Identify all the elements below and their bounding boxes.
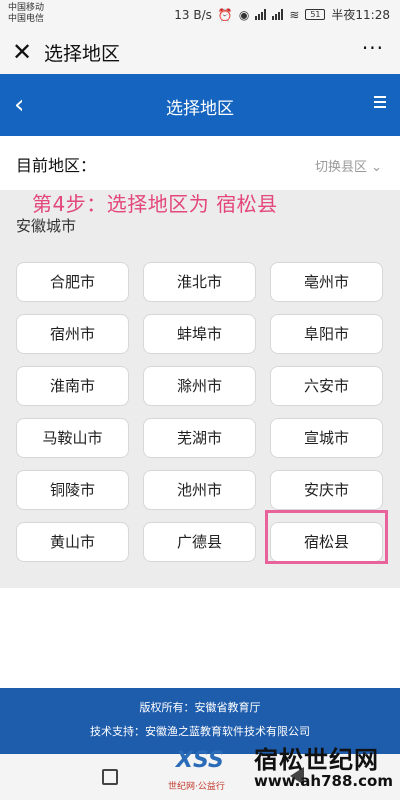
city-button[interactable]: 黄山市 [16, 522, 129, 562]
hamburger-icon[interactable] [374, 96, 386, 110]
wechat-title-bar: ✕ 选择地区 ··· [0, 30, 400, 74]
recent-apps-icon[interactable] [102, 769, 118, 785]
app-header: ‹ 选择地区 [0, 74, 400, 136]
city-button[interactable]: 铜陵市 [16, 470, 129, 510]
clock: 半夜11:28 [331, 8, 390, 22]
alarm-icon: ⏰ [217, 7, 233, 22]
city-button[interactable]: 合肥市 [16, 262, 129, 302]
current-region-label: 目前地区： [16, 156, 97, 175]
watermark-url: www.ah788.com [254, 772, 393, 790]
city-button[interactable]: 淮北市 [143, 262, 256, 302]
city-button[interactable]: 池州市 [143, 470, 256, 510]
wifi-icon: ≋ [289, 7, 300, 22]
carrier-2: 中国电信 [8, 14, 45, 24]
current-region-bar: 目前地区： 切换县区 ⌄ [0, 136, 400, 190]
close-icon[interactable]: ✕ [10, 38, 34, 66]
city-button[interactable]: 宣城市 [270, 418, 383, 458]
network-speed: 13 B/s [174, 7, 212, 22]
city-button[interactable]: 六安市 [270, 366, 383, 406]
city-button[interactable]: 广德县 [143, 522, 256, 562]
page-title: 选择地区 [166, 99, 234, 119]
carrier-info: 中国移动 中国电信 [8, 3, 44, 25]
status-right: 13 B/s ⏰ ◉ ≋ 51 半夜11:28 [174, 6, 390, 23]
step-annotation: 第4步：选择地区为 宿松县 [32, 192, 278, 216]
content-background [0, 588, 400, 688]
footer-copyright: 版权所有：安徽省教育厅 [139, 701, 261, 714]
footer-support: 技术支持：安徽渔之蓝教育软件技术有限公司 [90, 725, 310, 738]
city-button[interactable]: 蚌埠市 [143, 314, 256, 354]
status-bar: 中国移动 中国电信 13 B/s ⏰ ◉ ≋ 51 半夜11:28 [0, 0, 400, 30]
city-button[interactable]: 芜湖市 [143, 418, 256, 458]
watermark-logo: XSS [176, 748, 224, 773]
signal-icon-2 [272, 9, 284, 20]
city-button[interactable]: 马鞍山市 [16, 418, 129, 458]
city-button[interactable]: 淮南市 [16, 366, 129, 406]
wechat-page-title: 选择地区 [44, 43, 121, 65]
city-button[interactable]: 阜阳市 [270, 314, 383, 354]
city-button[interactable]: 亳州市 [270, 262, 383, 302]
more-icon[interactable]: ··· [362, 36, 384, 60]
carrier-1: 中国移动 [8, 3, 45, 13]
city-button[interactable]: 安庆市 [270, 470, 383, 510]
battery-icon: 51 [305, 9, 326, 20]
signal-icon [255, 9, 267, 20]
highlight-box [265, 510, 388, 564]
watermark-tagline: 世纪网·公益行 [168, 782, 225, 792]
watermark-name: 宿松世纪网 [254, 746, 379, 774]
province-label: 安徽城市 [16, 217, 77, 235]
eye-icon: ◉ [238, 7, 250, 22]
city-button[interactable]: 宿州市 [16, 314, 129, 354]
city-button[interactable]: 滁州市 [143, 366, 256, 406]
switch-county-button[interactable]: 切换县区 ⌄ [315, 156, 382, 175]
